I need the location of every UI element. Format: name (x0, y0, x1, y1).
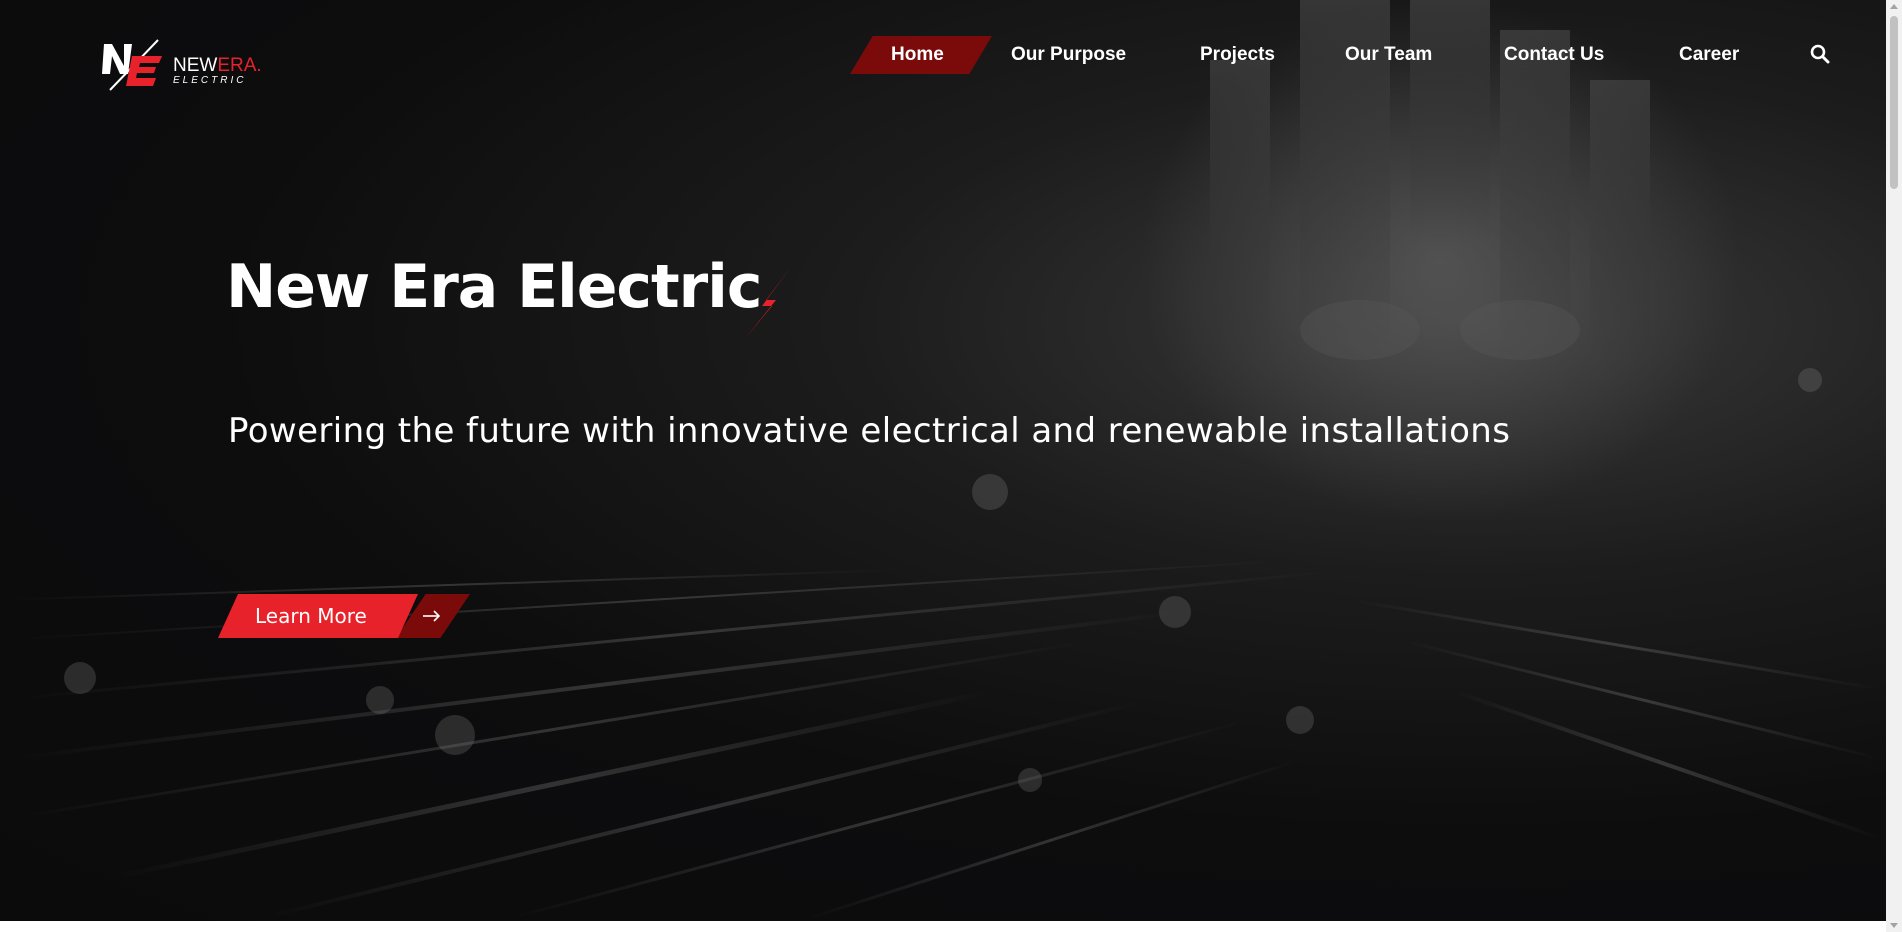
page: NEWERA. ELECTRIC Home Our Purpose Projec… (0, 0, 1902, 932)
nav-item-our-purpose-label: Our Purpose (1011, 44, 1127, 65)
logo-word-new: NEW (173, 55, 218, 76)
lightning-bolt-icon (744, 266, 792, 340)
nav-item-home[interactable]: Home (850, 36, 992, 74)
nav-item-our-team-label: Our Team (1345, 44, 1433, 65)
scroll-down-arrow-icon[interactable] (1890, 923, 1898, 928)
hero-subtitle: Powering the future with innovative elec… (228, 411, 1511, 451)
arrow-right-icon (423, 610, 441, 622)
learn-more-button[interactable]: Learn More (218, 594, 470, 638)
scroll-up-arrow-icon[interactable] (1890, 4, 1898, 9)
nav-item-our-purpose[interactable]: Our Purpose (1011, 36, 1126, 74)
hero-section: NEWERA. ELECTRIC Home Our Purpose Projec… (0, 0, 1886, 921)
page-bottom-edge (0, 921, 1886, 932)
search-icon (1810, 44, 1830, 64)
logo-wordmark: NEWERA. (173, 56, 262, 75)
scroll-thumb[interactable] (1890, 16, 1898, 189)
vertical-scrollbar[interactable] (1886, 0, 1902, 932)
cta-label: Learn More (255, 604, 367, 628)
nav-item-home-label: Home (891, 44, 944, 65)
logo-subtitle: ELECTRIC (173, 75, 247, 86)
logo-mark-icon (102, 39, 162, 91)
hero-title: New Era Electric (226, 252, 762, 322)
site-logo[interactable]: NEWERA. ELECTRIC (102, 36, 272, 96)
nav-item-our-team[interactable]: Our Team (1345, 36, 1432, 74)
search-button[interactable] (1810, 44, 1830, 64)
logo-word-dot: . (256, 55, 262, 76)
nav-item-contact-us-label: Contact Us (1504, 44, 1605, 65)
nav-item-projects[interactable]: Projects (1200, 36, 1275, 74)
nav-item-contact-us[interactable]: Contact Us (1504, 36, 1604, 74)
logo-word-era: ERA (217, 55, 257, 76)
nav-item-career[interactable]: Career (1679, 36, 1739, 74)
hero-background-image (0, 0, 1886, 921)
nav-item-projects-label: Projects (1200, 44, 1275, 65)
nav-item-career-label: Career (1679, 44, 1740, 65)
